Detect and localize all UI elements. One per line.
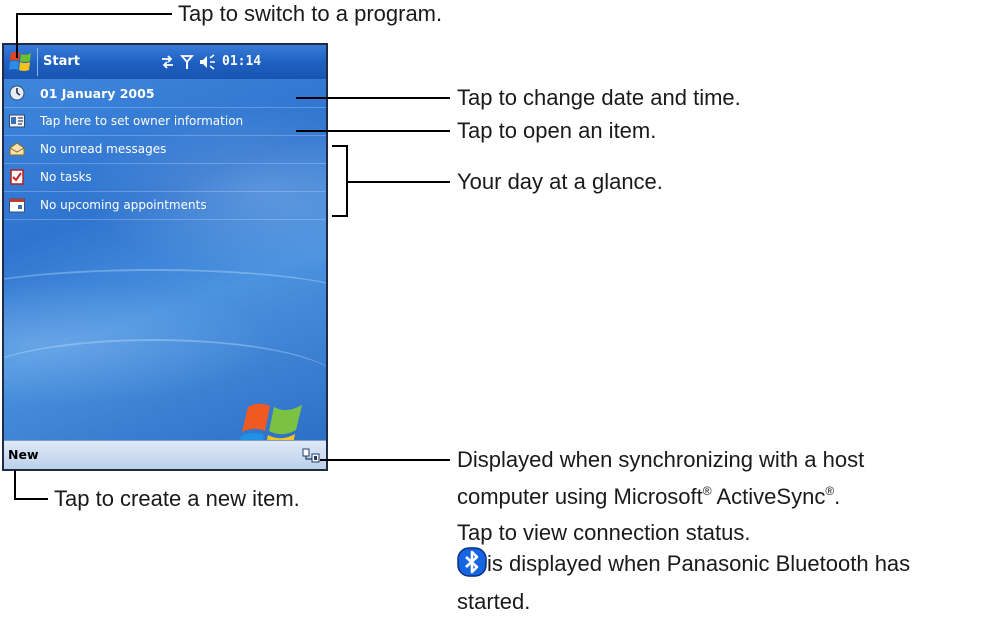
antenna-icon[interactable] [180,55,194,69]
tasks-item[interactable]: No tasks [4,163,326,192]
appointments-item[interactable]: No upcoming appointments [4,191,326,220]
callout-sync-line1: Displayed when synchronizing with a host [457,447,865,472]
clock[interactable]: 01:14 [222,54,261,69]
start-label[interactable]: Start [43,54,80,69]
callout-start: Tap to switch to a program. [178,1,443,26]
tasks-text: No tasks [40,170,92,184]
callout-new-item: Tap to create a new item. [54,486,300,511]
date-text: 01 January 2005 [40,86,155,101]
callout-glance: Your day at a glance. [457,169,663,194]
callout-line-new-horizontal [14,498,48,500]
registered-mark: ® [702,484,712,498]
callout-date: Tap to change date and time. [457,85,741,110]
calendar-icon [9,198,25,213]
glance-bracket-bottom [332,215,348,217]
callout-bluetooth-line1: is displayed when Panasonic Bluetooth ha… [487,551,911,576]
callout-line-open-item [296,130,450,132]
clock-icon [9,85,25,101]
date-item[interactable]: 01 January 2005 [4,79,326,108]
owner-card-icon [9,114,25,128]
messages-item[interactable]: No unread messages [4,135,326,164]
callout-open-item: Tap to open an item. [457,118,657,143]
pocket-pc-screen: Start 01:14 01 January 2005 Tap here to … [2,43,328,471]
sync-text-activesync: ActiveSync [711,484,826,509]
callout-line-date [296,97,450,99]
messages-text: No unread messages [40,142,167,156]
start-flag-icon[interactable] [8,50,34,74]
owner-item[interactable]: Tap here to set owner information [4,107,326,136]
owner-text: Tap here to set owner information [40,114,244,128]
sync-text-period: . [834,484,841,509]
callout-line-new-vertical [14,470,16,500]
callout-line-sync [320,459,450,461]
menu-bar: New [4,440,326,469]
appointments-text: No upcoming appointments [40,198,207,212]
background-swoosh [4,269,326,331]
tasks-icon [10,169,24,185]
title-separator [37,48,38,76]
today-screen: 01 January 2005 Tap here to set owner in… [4,79,326,464]
bluetooth-icon [457,547,487,577]
connectivity-icon[interactable] [162,55,173,69]
callout-line-start-horizontal [16,13,172,15]
inbox-icon [9,142,25,156]
activesync-icon[interactable] [302,447,320,463]
callout-sync-line3: Tap to view connection status. [457,520,751,545]
callout-line-glance [346,181,450,183]
new-button[interactable]: New [8,447,39,462]
sync-text-microsoft: computer using Microsoft [457,484,703,509]
callout-bluetooth-line2: started. [457,589,531,614]
registered-mark: ® [825,484,835,498]
status-icons [162,54,215,70]
speaker-icon[interactable] [200,54,215,70]
callout-line-start-vertical [16,13,18,58]
callout-sync-line2: computer using Microsoft® ActiveSync®. [457,484,840,510]
title-bar: Start 01:14 [4,45,326,80]
